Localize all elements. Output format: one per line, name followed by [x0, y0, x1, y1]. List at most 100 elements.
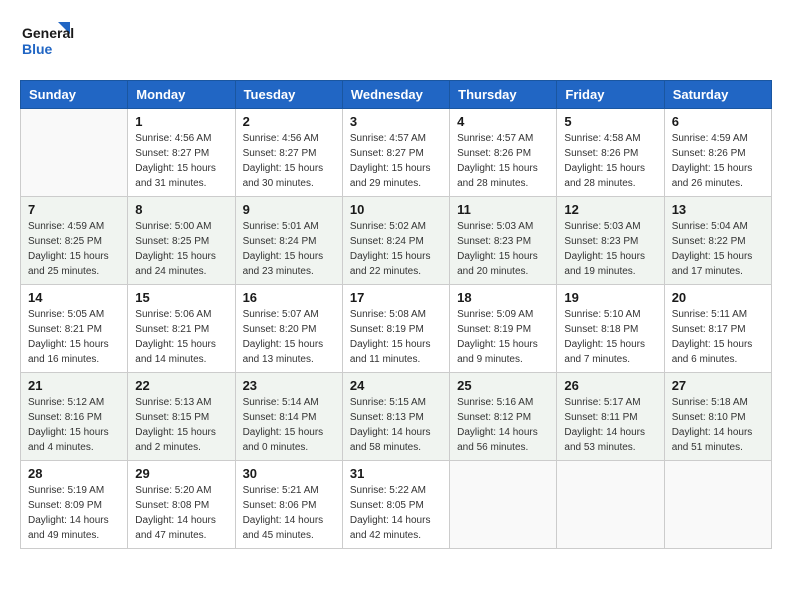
day-number: 9 — [243, 202, 335, 217]
calendar-cell: 8Sunrise: 5:00 AM Sunset: 8:25 PM Daylig… — [128, 197, 235, 285]
svg-text:Blue: Blue — [22, 41, 53, 57]
calendar-cell: 7 Sunrise: 4:59 AM Sunset: 8:25 PM Daylig… — [21, 197, 128, 285]
day-number: 14 — [28, 290, 120, 305]
calendar-cell: 14 Sunrise: 5:05 AM Sunset: 8:21 PM Dayli… — [21, 285, 128, 373]
calendar-week-row: 28Sunrise: 5:19 AM Sunset: 8:09 PM Dayli… — [21, 461, 772, 549]
calendar-week-row: 21 Sunrise: 5:12 AM Sunset: 8:16 PM Dayli… — [21, 373, 772, 461]
calendar-cell: 24 Sunrise: 5:15 AM Sunset: 8:13 PM Dayli… — [342, 373, 449, 461]
calendar-cell: 1Sunrise: 4:56 AM Sunset: 8:27 PM Daylig… — [128, 109, 235, 197]
day-number: 10 — [350, 202, 442, 217]
day-info: Sunrise: 5:06 AM Sunset: 8:21 PM Dayligh… — [135, 307, 227, 367]
day-number: 13 — [672, 202, 764, 217]
day-info: Sunrise: 5:03 AM Sunset: 8:23 PM Dayligh… — [564, 219, 656, 279]
calendar-week-row: 14 Sunrise: 5:05 AM Sunset: 8:21 PM Dayli… — [21, 285, 772, 373]
calendar-cell: 15 Sunrise: 5:06 AM Sunset: 8:21 PM Dayli… — [128, 285, 235, 373]
calendar-cell: 4 Sunrise: 4:57 AM Sunset: 8:26 PM Daylig… — [450, 109, 557, 197]
calendar-cell — [450, 461, 557, 549]
calendar-cell: 5Sunrise: 4:58 AM Sunset: 8:26 PM Daylig… — [557, 109, 664, 197]
day-number: 31 — [350, 466, 442, 481]
day-info: Sunrise: 5:07 AM Sunset: 8:20 PM Dayligh… — [243, 307, 335, 367]
calendar-cell: 10 Sunrise: 5:02 AM Sunset: 8:24 PM Dayli… — [342, 197, 449, 285]
day-info: Sunrise: 4:59 AM Sunset: 8:25 PM Dayligh… — [28, 219, 120, 279]
calendar-cell: 23Sunrise: 5:14 AM Sunset: 8:14 PM Dayli… — [235, 373, 342, 461]
day-number: 12 — [564, 202, 656, 217]
page-header: GeneralBlue — [20, 20, 772, 64]
day-number: 29 — [135, 466, 227, 481]
day-info: Sunrise: 5:18 AM Sunset: 8:10 PM Dayligh… — [672, 395, 764, 455]
day-number: 6 — [672, 114, 764, 129]
calendar-cell — [664, 461, 771, 549]
day-number: 24 — [350, 378, 442, 393]
calendar-cell: 31 Sunrise: 5:22 AM Sunset: 8:05 PM Dayli… — [342, 461, 449, 549]
day-info: Sunrise: 5:10 AM Sunset: 8:18 PM Dayligh… — [564, 307, 656, 367]
calendar-cell: 2Sunrise: 4:56 AM Sunset: 8:27 PM Daylig… — [235, 109, 342, 197]
column-header-monday: Monday — [128, 81, 235, 109]
day-number: 25 — [457, 378, 549, 393]
day-number: 17 — [350, 290, 442, 305]
day-info: Sunrise: 5:02 AM Sunset: 8:24 PM Dayligh… — [350, 219, 442, 279]
day-info: Sunrise: 5:01 AM Sunset: 8:24 PM Dayligh… — [243, 219, 335, 279]
day-info: Sunrise: 5:22 AM Sunset: 8:05 PM Dayligh… — [350, 483, 442, 543]
day-info: Sunrise: 5:16 AM Sunset: 8:12 PM Dayligh… — [457, 395, 549, 455]
day-info: Sunrise: 5:05 AM Sunset: 8:21 PM Dayligh… — [28, 307, 120, 367]
logo-svg: GeneralBlue — [20, 20, 80, 64]
day-number: 2 — [243, 114, 335, 129]
day-number: 23 — [243, 378, 335, 393]
logo: GeneralBlue — [20, 20, 80, 64]
day-info: Sunrise: 5:21 AM Sunset: 8:06 PM Dayligh… — [243, 483, 335, 543]
calendar-week-row: 1Sunrise: 4:56 AM Sunset: 8:27 PM Daylig… — [21, 109, 772, 197]
calendar-cell — [21, 109, 128, 197]
day-info: Sunrise: 4:57 AM Sunset: 8:26 PM Dayligh… — [457, 131, 549, 191]
day-number: 26 — [564, 378, 656, 393]
calendar-cell: 26 Sunrise: 5:17 AM Sunset: 8:11 PM Dayli… — [557, 373, 664, 461]
calendar-cell: 9 Sunrise: 5:01 AM Sunset: 8:24 PM Daylig… — [235, 197, 342, 285]
day-number: 19 — [564, 290, 656, 305]
day-info: Sunrise: 5:09 AM Sunset: 8:19 PM Dayligh… — [457, 307, 549, 367]
day-number: 20 — [672, 290, 764, 305]
day-info: Sunrise: 4:56 AM Sunset: 8:27 PM Dayligh… — [135, 131, 227, 191]
day-number: 7 — [28, 202, 120, 217]
day-number: 21 — [28, 378, 120, 393]
calendar-cell: 30 Sunrise: 5:21 AM Sunset: 8:06 PM Dayli… — [235, 461, 342, 549]
calendar-header-row: SundayMondayTuesdayWednesdayThursdayFrid… — [21, 81, 772, 109]
day-number: 28 — [28, 466, 120, 481]
day-info: Sunrise: 5:04 AM Sunset: 8:22 PM Dayligh… — [672, 219, 764, 279]
day-number: 3 — [350, 114, 442, 129]
day-number: 8 — [135, 202, 227, 217]
day-info: Sunrise: 4:58 AM Sunset: 8:26 PM Dayligh… — [564, 131, 656, 191]
day-info: Sunrise: 4:59 AM Sunset: 8:26 PM Dayligh… — [672, 131, 764, 191]
calendar-cell: 28Sunrise: 5:19 AM Sunset: 8:09 PM Dayli… — [21, 461, 128, 549]
calendar-cell: 19 Sunrise: 5:10 AM Sunset: 8:18 PM Dayli… — [557, 285, 664, 373]
day-number: 30 — [243, 466, 335, 481]
day-number: 4 — [457, 114, 549, 129]
day-number: 27 — [672, 378, 764, 393]
column-header-thursday: Thursday — [450, 81, 557, 109]
calendar-cell: 21 Sunrise: 5:12 AM Sunset: 8:16 PM Dayli… — [21, 373, 128, 461]
day-info: Sunrise: 5:03 AM Sunset: 8:23 PM Dayligh… — [457, 219, 549, 279]
calendar-cell: 27 Sunrise: 5:18 AM Sunset: 8:10 PM Dayli… — [664, 373, 771, 461]
column-header-saturday: Saturday — [664, 81, 771, 109]
day-info: Sunrise: 5:15 AM Sunset: 8:13 PM Dayligh… — [350, 395, 442, 455]
day-info: Sunrise: 4:57 AM Sunset: 8:27 PM Dayligh… — [350, 131, 442, 191]
day-info: Sunrise: 5:12 AM Sunset: 8:16 PM Dayligh… — [28, 395, 120, 455]
day-info: Sunrise: 5:20 AM Sunset: 8:08 PM Dayligh… — [135, 483, 227, 543]
calendar-week-row: 7 Sunrise: 4:59 AM Sunset: 8:25 PM Daylig… — [21, 197, 772, 285]
column-header-wednesday: Wednesday — [342, 81, 449, 109]
calendar-table: SundayMondayTuesdayWednesdayThursdayFrid… — [20, 80, 772, 549]
calendar-cell: 20Sunrise: 5:11 AM Sunset: 8:17 PM Dayli… — [664, 285, 771, 373]
day-info: Sunrise: 5:13 AM Sunset: 8:15 PM Dayligh… — [135, 395, 227, 455]
day-number: 18 — [457, 290, 549, 305]
calendar-cell: 25 Sunrise: 5:16 AM Sunset: 8:12 PM Dayli… — [450, 373, 557, 461]
calendar-cell: 18 Sunrise: 5:09 AM Sunset: 8:19 PM Dayli… — [450, 285, 557, 373]
column-header-friday: Friday — [557, 81, 664, 109]
calendar-cell — [557, 461, 664, 549]
calendar-cell: 11Sunrise: 5:03 AM Sunset: 8:23 PM Dayli… — [450, 197, 557, 285]
calendar-cell: 12 Sunrise: 5:03 AM Sunset: 8:23 PM Dayli… — [557, 197, 664, 285]
day-number: 22 — [135, 378, 227, 393]
day-info: Sunrise: 5:17 AM Sunset: 8:11 PM Dayligh… — [564, 395, 656, 455]
calendar-cell: 6 Sunrise: 4:59 AM Sunset: 8:26 PM Daylig… — [664, 109, 771, 197]
calendar-cell: 29 Sunrise: 5:20 AM Sunset: 8:08 PM Dayli… — [128, 461, 235, 549]
day-number: 15 — [135, 290, 227, 305]
calendar-cell: 22 Sunrise: 5:13 AM Sunset: 8:15 PM Dayli… — [128, 373, 235, 461]
day-number: 16 — [243, 290, 335, 305]
